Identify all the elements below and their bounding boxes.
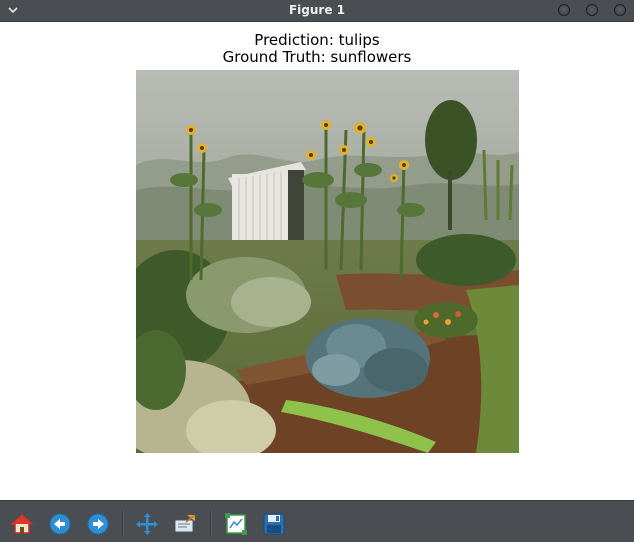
back-arrow-icon bbox=[49, 513, 71, 535]
home-button[interactable] bbox=[10, 512, 34, 536]
window-title: Figure 1 bbox=[288, 3, 346, 17]
toolbar-separator bbox=[210, 511, 212, 537]
garden-photo-illustration bbox=[136, 70, 519, 453]
pan-button[interactable] bbox=[135, 512, 159, 536]
forward-arrow-icon bbox=[87, 513, 109, 535]
title-bar: Figure 1 bbox=[0, 0, 634, 22]
configure-subplots-button[interactable] bbox=[224, 512, 248, 536]
pan-move-icon bbox=[136, 513, 158, 535]
plot-title: Prediction: tulips Ground Truth: sunflow… bbox=[0, 32, 634, 66]
forward-button[interactable] bbox=[86, 512, 110, 536]
save-button[interactable] bbox=[262, 512, 286, 536]
minimize-button[interactable] bbox=[558, 4, 570, 16]
prediction-label: Prediction: tulips bbox=[254, 31, 380, 49]
zoom-rectangle-icon bbox=[174, 514, 196, 533]
figure-window: Figure 1 Prediction: tulips Ground Truth… bbox=[0, 0, 634, 542]
close-button[interactable] bbox=[614, 4, 626, 16]
ground-truth-label: Ground Truth: sunflowers bbox=[222, 48, 412, 66]
toolbar-separator bbox=[122, 511, 124, 537]
garden-photo bbox=[136, 70, 519, 453]
home-icon bbox=[10, 513, 34, 534]
subplots-config-icon bbox=[225, 513, 247, 535]
back-button[interactable] bbox=[48, 512, 72, 536]
save-floppy-icon bbox=[263, 513, 285, 535]
maximize-button[interactable] bbox=[586, 4, 598, 16]
figure-canvas: Prediction: tulips Ground Truth: sunflow… bbox=[0, 22, 634, 500]
zoom-button[interactable] bbox=[173, 512, 197, 536]
navigation-toolbar bbox=[0, 500, 634, 542]
